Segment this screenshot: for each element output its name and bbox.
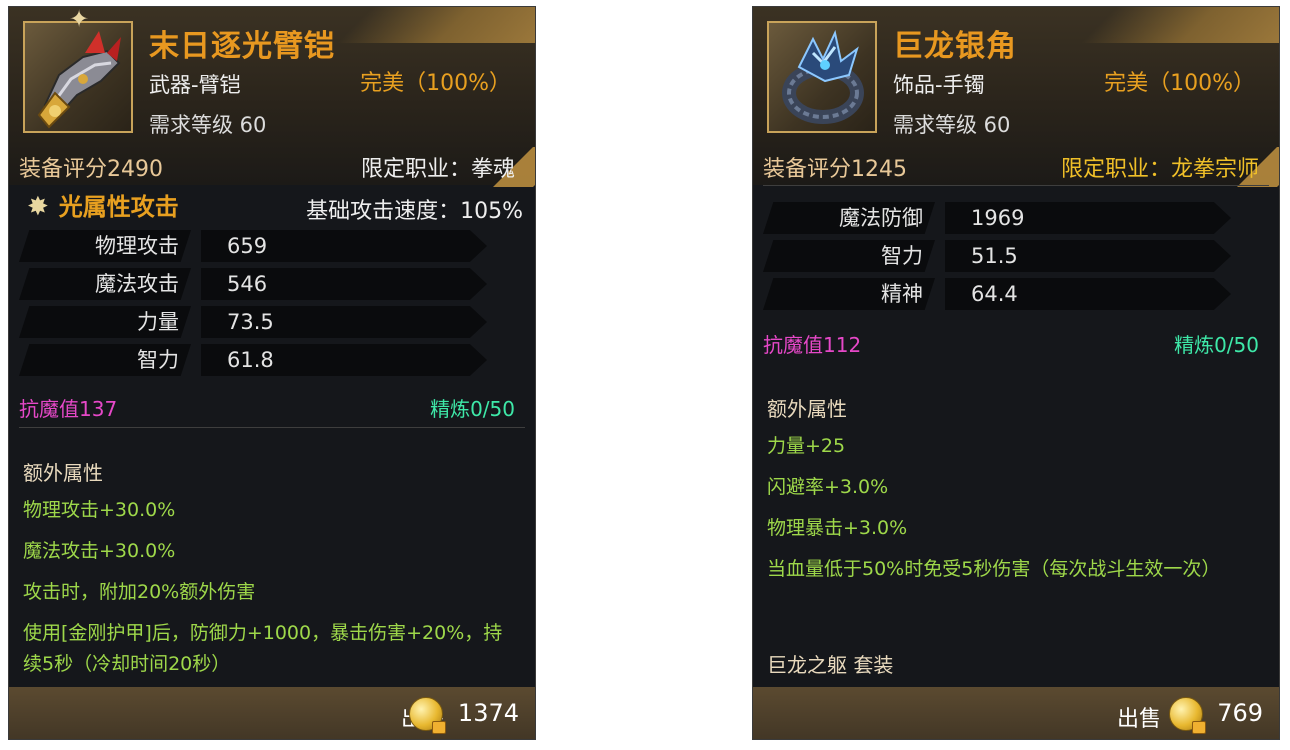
- item-icon-frame[interactable]: [767, 21, 877, 133]
- stat-label: 魔法攻击: [19, 268, 191, 300]
- item-title: 末日逐光臂铠: [149, 29, 335, 64]
- gold-coin-icon: [1169, 697, 1206, 734]
- stat-value: 659: [201, 230, 487, 262]
- stat-row: 智力 51.5: [763, 237, 1237, 275]
- stat-row: 智力 61.8: [19, 341, 493, 379]
- extra-attribute: 当血量低于50%时免受5秒伤害（每次战斗生效一次）: [767, 558, 1221, 580]
- required-level: 需求等级 60: [893, 113, 1011, 137]
- equipment-score: 装备评分1245: [763, 157, 907, 182]
- stat-value: 73.5: [201, 306, 487, 338]
- extra-attribute: 魔法攻击+30.0%: [23, 540, 176, 562]
- item-tooltip-left: ✦ 末日逐光臂铠 武器-臂铠 完美（100%） 需求等级 60 装备评分2490…: [8, 6, 536, 740]
- stat-label: 精神: [763, 278, 935, 310]
- refine-level: 精炼0/50: [1174, 333, 1259, 357]
- job-restriction: 限定职业：龙拳宗师: [1060, 157, 1259, 182]
- item-type: 饰品-手镯: [893, 73, 985, 97]
- extra-attribute: 使用[金刚护甲]后，防御力+1000，暴击伤害+20%，持续5秒（冷却时间20秒…: [23, 622, 503, 675]
- equipment-score: 装备评分2490: [19, 157, 163, 182]
- gold-coin-icon: [409, 697, 446, 734]
- divider: [19, 427, 525, 428]
- extra-attributes-title: 额外属性: [23, 461, 103, 485]
- stat-value: 546: [201, 268, 487, 300]
- stat-row: 力量 73.5: [19, 303, 493, 341]
- sell-label: 出售: [1116, 707, 1161, 732]
- stat-label: 智力: [19, 344, 191, 376]
- sell-footer: 出售 1374: [9, 687, 535, 739]
- job-restriction: 限定职业：拳魂: [360, 157, 515, 182]
- divider: [763, 185, 1269, 186]
- magic-resist-value: 抗魔值137: [19, 397, 118, 421]
- header-decoration: [337, 7, 535, 43]
- stat-row: 物理攻击 659: [19, 227, 493, 265]
- stat-row: 魔法攻击 546: [19, 265, 493, 303]
- extra-attribute: 力量+25: [767, 435, 846, 457]
- stat-value: 61.8: [201, 344, 487, 376]
- item-title: 巨龙银角: [893, 29, 1017, 64]
- element-attribute: ✸ 光属性攻击: [27, 187, 179, 222]
- extra-attribute: 闪避率+3.0%: [767, 476, 889, 498]
- required-level: 需求等级 60: [149, 113, 267, 137]
- extra-attributes-title: 额外属性: [767, 397, 847, 421]
- light-element-icon: ✸: [27, 192, 49, 222]
- element-label: 光属性攻击: [58, 193, 179, 221]
- stat-row: 精神 64.4: [763, 275, 1237, 313]
- refine-level: 精炼0/50: [430, 397, 515, 421]
- gauntlet-icon: [37, 31, 121, 129]
- stat-label: 物理攻击: [19, 230, 191, 262]
- stat-value: 1969: [945, 202, 1231, 234]
- dragon-bracelet-icon: [782, 29, 864, 124]
- stat-label: 智力: [763, 240, 935, 272]
- stat-value: 51.5: [945, 240, 1231, 272]
- item-tooltip-right: 巨龙银角 饰品-手镯 完美（100%） 需求等级 60 装备评分1245 限定职…: [752, 6, 1280, 740]
- lock-icon: [432, 721, 446, 734]
- attack-speed: 基础攻击速度：105%: [306, 199, 523, 224]
- magic-resist-value: 抗魔值112: [763, 333, 862, 357]
- item-type: 武器-臂铠: [149, 73, 241, 97]
- sell-footer: 出售 769: [753, 687, 1279, 739]
- star-icon: ✦: [69, 6, 90, 33]
- header-decoration: [1081, 7, 1279, 43]
- sell-price: 1374: [457, 699, 519, 727]
- sell-price: 769: [1217, 699, 1263, 727]
- lock-icon: [1192, 721, 1206, 734]
- set-bonus-title: 巨龙之躯 套装: [767, 653, 894, 677]
- stat-value: 64.4: [945, 278, 1231, 310]
- extra-attribute: 物理暴击+3.0%: [767, 517, 908, 539]
- item-quality: 完美（100%）: [360, 71, 511, 96]
- stat-label: 力量: [19, 306, 191, 338]
- stat-label: 魔法防御: [763, 202, 935, 234]
- item-icon-frame[interactable]: ✦: [23, 7, 133, 133]
- extra-attribute: 物理攻击+30.0%: [23, 499, 176, 521]
- stat-row: 魔法防御 1969: [763, 199, 1237, 237]
- extra-attribute: 攻击时，附加20%额外伤害: [23, 581, 256, 603]
- item-quality: 完美（100%）: [1104, 71, 1255, 96]
